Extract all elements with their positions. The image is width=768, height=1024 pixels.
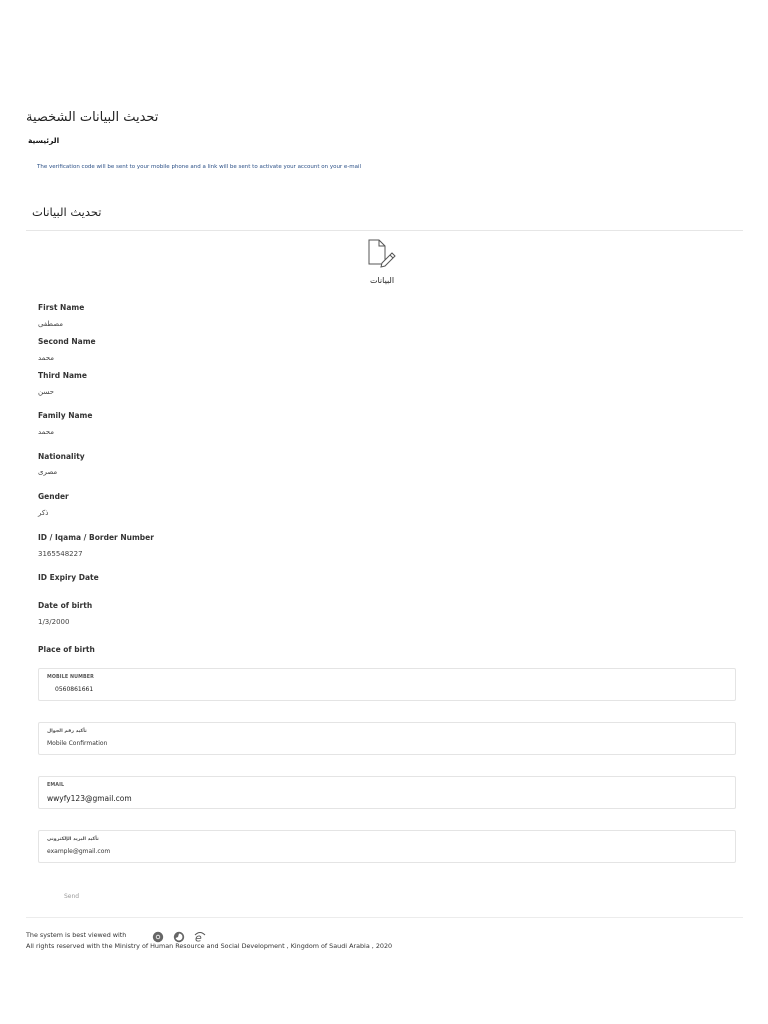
best-viewed-text: The system is best viewed with (26, 931, 127, 939)
section-title: تحديث البيانات (32, 205, 102, 219)
copyright-text: All rights reserved with the Ministry of… (26, 942, 393, 950)
document-edit-icon (366, 238, 398, 268)
nationality-value: مصرى (38, 468, 58, 476)
first-name-label: First Name (38, 303, 85, 312)
date-of-birth-label: Date of birth (38, 601, 93, 610)
verification-notice: The verification code will be sent to yo… (37, 164, 362, 170)
mobile-number-value[interactable]: 0560861661 (55, 686, 93, 693)
third-name-label: Third Name (38, 371, 87, 380)
mobile-number-field[interactable]: MOBILE NUMBER 0560861661 (38, 668, 736, 701)
email-confirmation-caption: تأكيد البريد الإلكتروني (47, 837, 99, 842)
section-divider (26, 230, 743, 231)
breadcrumb-home[interactable]: الرئيسية (28, 136, 59, 145)
gender-label: Gender (38, 492, 69, 501)
page-title: تحديث البيانات الشخصية (26, 110, 159, 125)
footer-divider (26, 917, 743, 918)
first-name-value: مصطفى (38, 320, 63, 328)
id-number-value: 3165548227 (38, 550, 83, 558)
family-name-value: محمد (38, 428, 54, 436)
send-button[interactable]: Send (64, 893, 79, 900)
browser-icons: e (152, 928, 210, 943)
email-field[interactable]: EMAIL wwyfy123@gmail.com (38, 776, 736, 809)
mobile-confirmation-caption: تأكيد رقم الجوال (47, 729, 87, 734)
data-tab-label: البيانات (369, 276, 395, 285)
family-name-label: Family Name (38, 411, 93, 420)
email-value[interactable]: wwyfy123@gmail.com (47, 794, 132, 803)
date-of-birth-value: 1/3/2000 (38, 618, 70, 626)
second-name-value: محمد (38, 354, 54, 362)
mobile-confirmation-field[interactable]: تأكيد رقم الجوال Mobile Confirmation (38, 722, 736, 755)
mobile-confirmation-placeholder[interactable]: Mobile Confirmation (47, 740, 107, 747)
nationality-label: Nationality (38, 452, 85, 461)
second-name-label: Second Name (38, 337, 96, 346)
email-caption: EMAIL (47, 783, 65, 788)
id-expiry-label: ID Expiry Date (38, 573, 99, 582)
email-confirmation-field[interactable]: تأكيد البريد الإلكتروني example@gmail.co… (38, 830, 736, 863)
gender-value: ذكر (38, 509, 49, 517)
third-name-value: حسن (38, 388, 54, 396)
mobile-number-caption: MOBILE NUMBER (47, 675, 94, 680)
place-of-birth-label: Place of birth (38, 645, 95, 654)
id-number-label: ID / Iqama / Border Number (38, 533, 154, 542)
email-confirmation-placeholder[interactable]: example@gmail.com (47, 848, 110, 855)
